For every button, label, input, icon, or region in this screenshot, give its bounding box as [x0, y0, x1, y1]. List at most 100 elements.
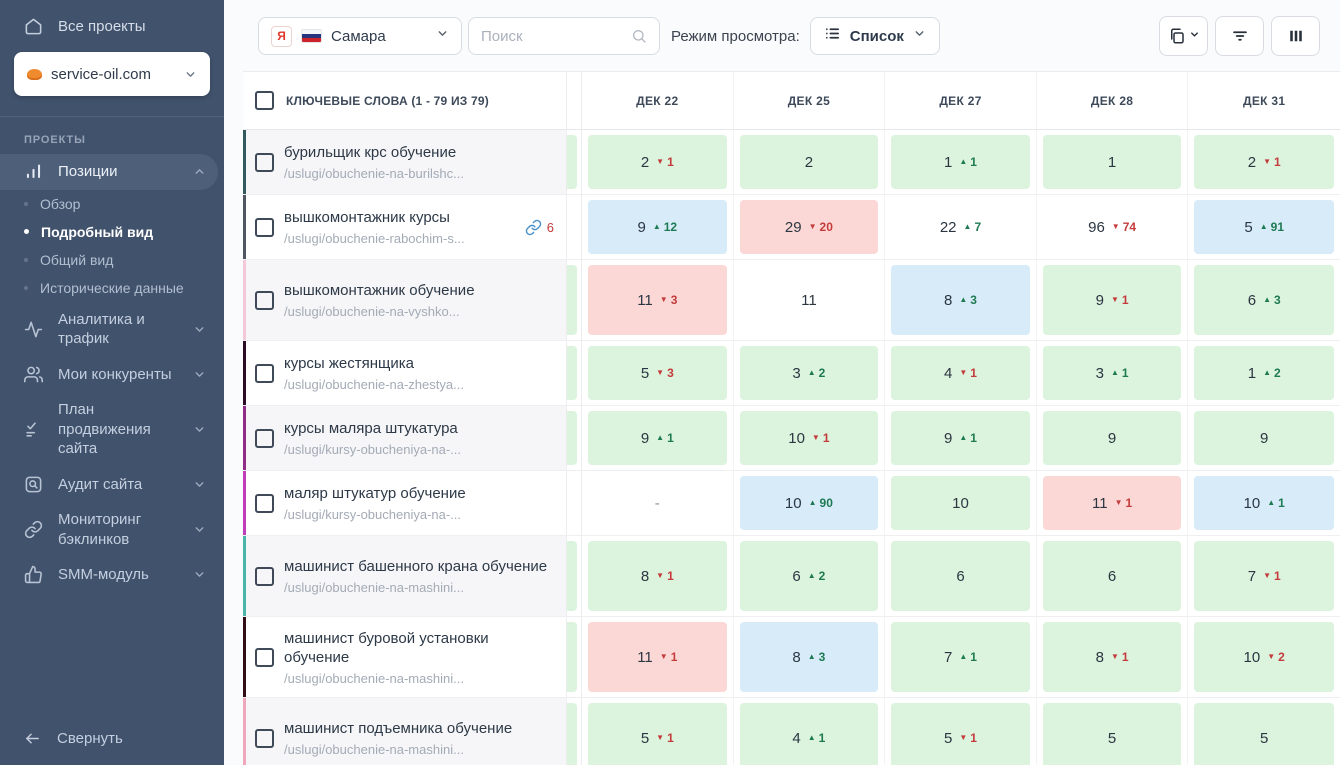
row-checkbox[interactable]: [255, 363, 274, 383]
position-cell[interactable]: 8 ▲ 3: [734, 617, 886, 697]
row-checkbox[interactable]: [255, 290, 274, 310]
row-checkbox[interactable]: [255, 152, 274, 172]
row-checkbox[interactable]: [255, 566, 274, 586]
select-all-checkbox[interactable]: [255, 91, 274, 110]
collapse-sidebar-button[interactable]: Свернуть: [0, 718, 224, 765]
position-cell[interactable]: 2 ▼ 1: [582, 130, 734, 194]
column-header-date[interactable]: ДЕК 22: [582, 72, 734, 129]
position-cell[interactable]: 6: [1037, 536, 1189, 616]
row-checkbox[interactable]: [255, 728, 274, 748]
sidebar-item-analytics-traffic[interactable]: Аналитика и трафик: [0, 302, 218, 357]
region-selector[interactable]: Я Самара: [258, 17, 462, 55]
row-checkbox[interactable]: [255, 428, 274, 448]
position-cell[interactable]: 4 ▲ 1: [734, 698, 886, 765]
position-cell[interactable]: 10 ▲ 90: [734, 471, 886, 535]
position-cell[interactable]: 11 ▼ 1: [582, 617, 734, 697]
position-cell[interactable]: 6 ▲ 3: [1188, 260, 1340, 340]
sidebar-subitem-overview[interactable]: Обзор: [0, 190, 224, 218]
position-cell[interactable]: 8 ▲ 3: [885, 260, 1037, 340]
position-value: 29: [784, 218, 802, 236]
position-cell[interactable]: 5: [1188, 698, 1340, 765]
position-cell[interactable]: 7 ▲ 1: [885, 617, 1037, 697]
keyword-cell[interactable]: вышкомонтажник курсы /uslugi/obuchenie-r…: [243, 195, 567, 259]
project-selector[interactable]: service-oil.com: [14, 52, 210, 96]
keyword-cell[interactable]: вышкомонтажник обучение /uslugi/obucheni…: [243, 260, 567, 340]
filter-button[interactable]: [1215, 16, 1264, 56]
sidebar-subitem-detailed-view[interactable]: Подробный вид: [0, 218, 224, 246]
position-cell[interactable]: 8 ▼ 1: [582, 536, 734, 616]
sidebar-nav: Позиции Обзор Подробный вид Общий вид Ис…: [0, 154, 224, 593]
position-cell[interactable]: 10 ▼ 2: [1188, 617, 1340, 697]
position-cell[interactable]: -: [582, 471, 734, 535]
position-cell[interactable]: 7 ▼ 1: [1188, 536, 1340, 616]
position-cell[interactable]: 22 ▲ 7: [885, 195, 1037, 259]
position-cell[interactable]: 6: [885, 536, 1037, 616]
sidebar-item-label: Позиции: [58, 163, 118, 180]
position-cell[interactable]: 5 ▼ 3: [582, 341, 734, 405]
row-checkbox[interactable]: [255, 493, 274, 513]
position-cell[interactable]: 1: [1037, 130, 1189, 194]
position-cell[interactable]: 1 ▲ 1: [885, 130, 1037, 194]
position-cell[interactable]: 5 ▼ 1: [582, 698, 734, 765]
sidebar-item-backlink-monitoring[interactable]: Мониторинг бэклинков: [0, 502, 218, 557]
keyword-cell[interactable]: машинист башенного крана обучение /uslug…: [243, 536, 567, 616]
position-cell[interactable]: 4 ▼ 1: [885, 341, 1037, 405]
position-cell[interactable]: 8 ▼ 1: [1037, 617, 1189, 697]
position-cell[interactable]: 10: [885, 471, 1037, 535]
position-cell[interactable]: 9 ▲ 1: [885, 406, 1037, 470]
position-cell[interactable]: 3 ▲ 1: [1037, 341, 1189, 405]
column-header-date[interactable]: ДЕК 28: [1037, 72, 1189, 129]
chevron-up-icon: [193, 165, 206, 178]
position-cell[interactable]: 9: [1037, 406, 1189, 470]
position-cell[interactable]: 5 ▲ 91: [1188, 195, 1340, 259]
sidebar-subitem-general-view[interactable]: Общий вид: [0, 246, 224, 274]
position-cell[interactable]: 11 ▼ 3: [582, 260, 734, 340]
keyword-cell[interactable]: машинист подъемника обучение /uslugi/obu…: [243, 698, 567, 765]
keyword-group-color-tag: [243, 341, 246, 405]
position-cell[interactable]: 11 ▼ 1: [1037, 471, 1189, 535]
arrow-down-icon: ▼: [1110, 295, 1119, 304]
position-cell[interactable]: 5: [1037, 698, 1189, 765]
column-header-date[interactable]: ДЕК 25: [734, 72, 886, 129]
sidebar-item-site-audit[interactable]: Аудит сайта: [0, 467, 218, 503]
keyword-cell[interactable]: курсы жестянщика /uslugi/obuchenie-na-zh…: [243, 341, 567, 405]
sidebar-item-label: Аналитика и трафик: [58, 310, 145, 348]
keywords-column-header: КЛЮЧЕВЫЕ СЛОВА (1 - 79 ИЗ 79): [243, 72, 567, 129]
sidebar-item-smm-module[interactable]: SMM-модуль: [0, 557, 218, 593]
row-checkbox[interactable]: [255, 647, 274, 667]
position-cell[interactable]: 11: [734, 260, 886, 340]
sidebar-subitem-historical-data[interactable]: Исторические данные: [0, 274, 224, 302]
keyword-cell[interactable]: маляр штукатур обучение /uslugi/kursy-ob…: [243, 471, 567, 535]
position-cell[interactable]: 2 ▼ 1: [1188, 130, 1340, 194]
column-header-date[interactable]: ДЕК 31: [1188, 72, 1340, 129]
position-cell[interactable]: 9: [1188, 406, 1340, 470]
search-input[interactable]: Поиск: [468, 17, 660, 55]
copy-button[interactable]: [1159, 16, 1208, 56]
position-cell[interactable]: 10 ▼ 1: [734, 406, 886, 470]
position-cell[interactable]: 3 ▲ 2: [734, 341, 886, 405]
keyword-cell[interactable]: машинист буровой установки обучение /usl…: [243, 617, 567, 697]
backlinks-badge[interactable]: 6: [525, 219, 554, 236]
view-mode-selector[interactable]: Список: [809, 17, 940, 55]
position-cell[interactable]: 9 ▲ 12: [582, 195, 734, 259]
sidebar-item-promotion-plan[interactable]: План продвижения сайта: [0, 392, 218, 467]
sidebar-item-positions[interactable]: Позиции: [0, 154, 218, 190]
position-value: 1: [1107, 153, 1117, 171]
yandex-icon: Я: [271, 25, 292, 47]
columns-button[interactable]: [1271, 16, 1320, 56]
position-cell[interactable]: 1 ▲ 2: [1188, 341, 1340, 405]
column-header-date[interactable]: ДЕК 27: [885, 72, 1037, 129]
position-cell[interactable]: 9 ▲ 1: [582, 406, 734, 470]
position-cell[interactable]: 6 ▲ 2: [734, 536, 886, 616]
keyword-cell[interactable]: бурильщик крс обучение /uslugi/obuchenie…: [243, 130, 567, 194]
row-checkbox[interactable]: [255, 217, 274, 237]
sidebar-item-competitors[interactable]: Мои конкуренты: [0, 357, 218, 393]
position-cell[interactable]: 9 ▼ 1: [1037, 260, 1189, 340]
keyword-cell[interactable]: курсы маляра штукатура /uslugi/kursy-obu…: [243, 406, 567, 470]
position-cell[interactable]: 10 ▲ 1: [1188, 471, 1340, 535]
position-cell[interactable]: 5 ▼ 1: [885, 698, 1037, 765]
position-cell[interactable]: 96 ▼ 74: [1037, 195, 1189, 259]
position-cell[interactable]: 29 ▼ 20: [734, 195, 886, 259]
position-cell[interactable]: 2: [734, 130, 886, 194]
all-projects-link[interactable]: Все проекты: [0, 0, 224, 46]
